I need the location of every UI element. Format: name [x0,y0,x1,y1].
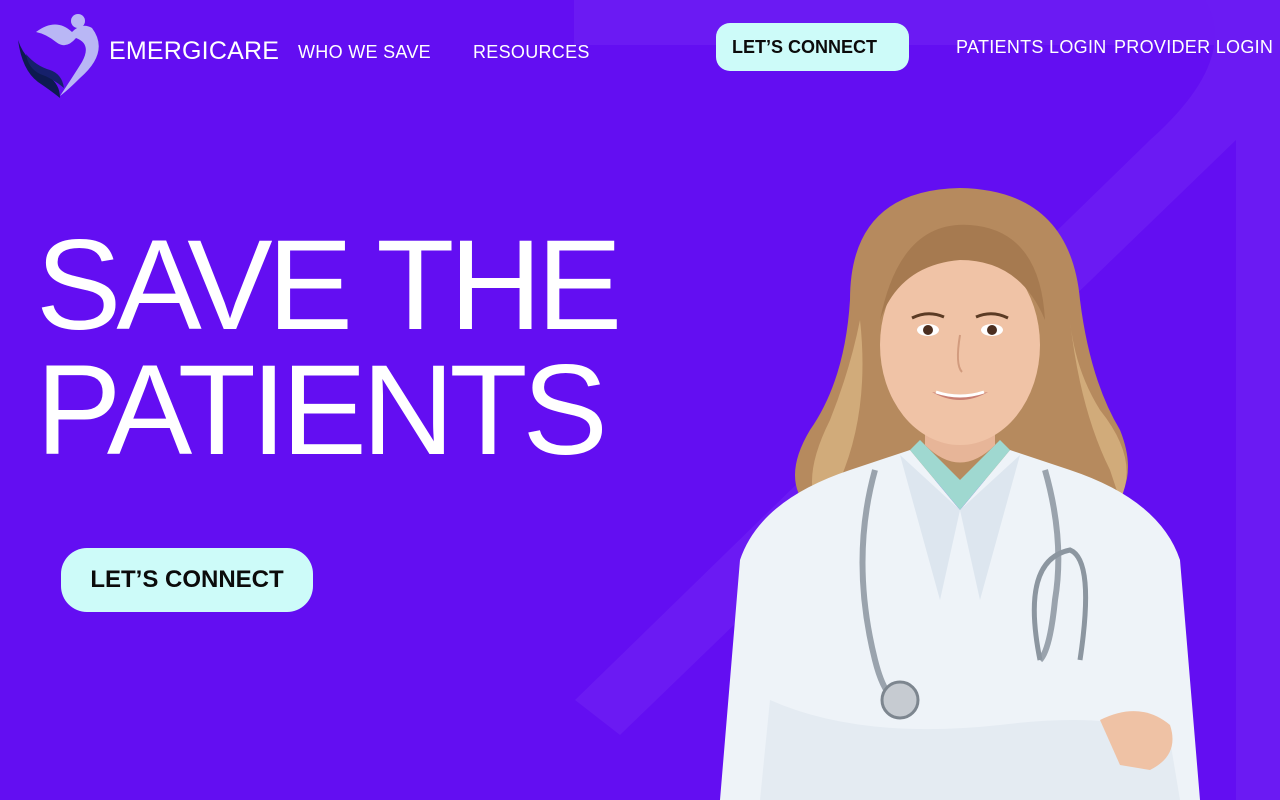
brand-name[interactable]: EMERGICARE [109,37,279,66]
lets-connect-hero-button[interactable]: LET’S CONNECT [61,548,313,612]
hero-title-line-1: SAVE THE [36,214,622,357]
nav-link-who-we-save[interactable]: WHO WE SAVE [298,42,431,63]
landing-page: EMERGICARE WHO WE SAVE RESOURCES LET’S C… [0,0,1280,800]
hero-title-line-2: PATIENTS [36,339,608,482]
heart-hands-logo-icon [18,14,99,98]
brand-logo[interactable] [16,12,102,100]
nav-link-resources[interactable]: RESOURCES [473,42,590,63]
doctor-portrait-image [720,188,1200,800]
lets-connect-nav-button[interactable]: LET’S CONNECT [716,23,909,71]
provider-login-link[interactable]: PROVIDER LOGIN [1114,37,1273,58]
patients-login-link[interactable]: PATIENTS LOGIN [956,37,1107,58]
